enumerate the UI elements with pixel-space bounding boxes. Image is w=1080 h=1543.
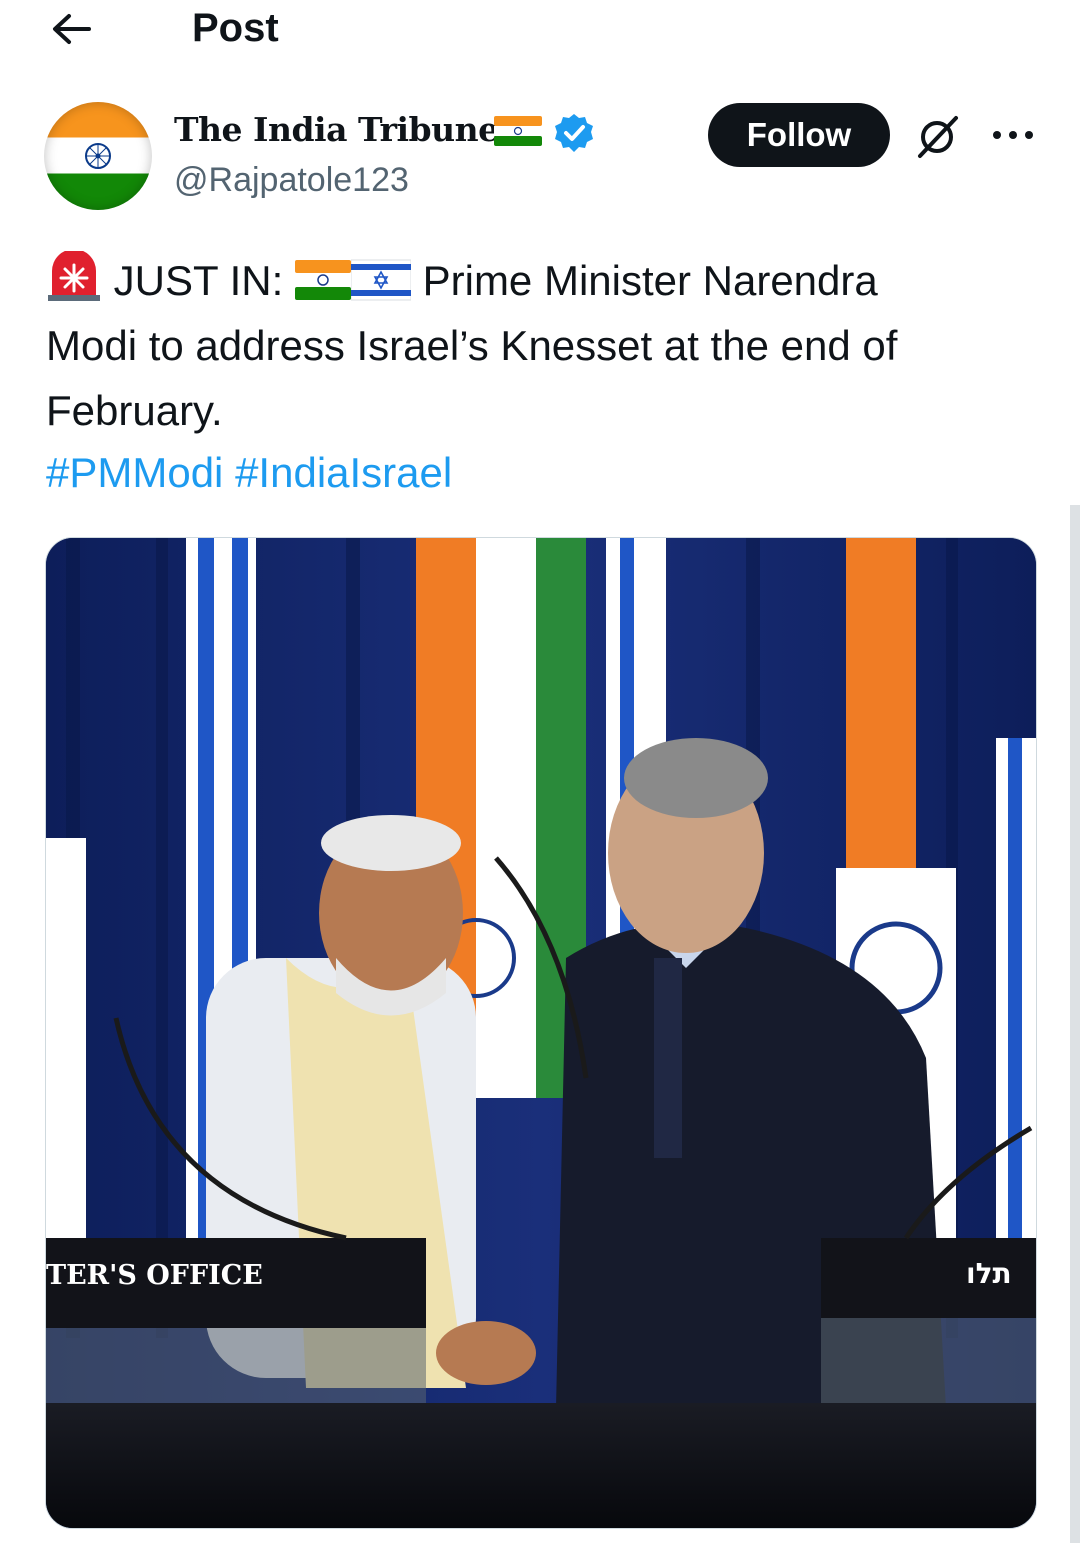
more-options-icon[interactable]	[990, 120, 1036, 150]
back-arrow-icon	[53, 14, 91, 44]
post-text-line-1: JUST IN: Prime Minister Narendra	[46, 248, 1036, 313]
hashtag-link[interactable]: #IndiaIsrael	[235, 449, 452, 496]
post-lead: JUST IN:	[113, 257, 284, 304]
back-button[interactable]	[46, 8, 96, 50]
post-text: JUST IN: Prime Minister Narendra Modi to…	[46, 248, 1036, 443]
india-flag-icon	[494, 116, 542, 146]
author-handle[interactable]: @Rajpatole123	[174, 158, 409, 202]
rotating-light-icon	[48, 251, 100, 301]
photo-illustration: TER'S OFFICE תלו	[46, 538, 1036, 1528]
post-image[interactable]: TER'S OFFICE תלו	[45, 537, 1037, 1529]
podium-left-text: TER'S OFFICE	[46, 1260, 263, 1291]
post-text-line-2: Modi to address Israel’s Knesset at the …	[46, 322, 898, 369]
follow-button[interactable]: Follow	[708, 103, 890, 167]
israel-flag-icon	[350, 259, 411, 301]
scrollbar[interactable]	[1070, 505, 1080, 1543]
verified-badge-icon	[555, 114, 593, 152]
podium-right: תלו	[821, 1238, 1036, 1408]
post-text-line-3: February.	[46, 387, 223, 434]
top-bar: Post	[0, 0, 1080, 60]
hashtag-link[interactable]: #PMModi	[46, 449, 223, 496]
avatar[interactable]	[44, 102, 152, 210]
post-line1-rest: Prime Minister Narendra	[422, 257, 878, 304]
india-flag-icon	[294, 260, 351, 300]
grok-icon[interactable]	[912, 112, 962, 162]
podium-right-text: תלו	[966, 1257, 1012, 1290]
page-title: Post	[192, 6, 279, 50]
ashoka-chakra-icon	[85, 143, 111, 169]
podium-left: TER'S OFFICE	[46, 1238, 426, 1418]
author-display-name[interactable]: The India Tribune	[174, 108, 499, 152]
hashtags: #PMModi #IndiaIsrael	[46, 443, 452, 503]
